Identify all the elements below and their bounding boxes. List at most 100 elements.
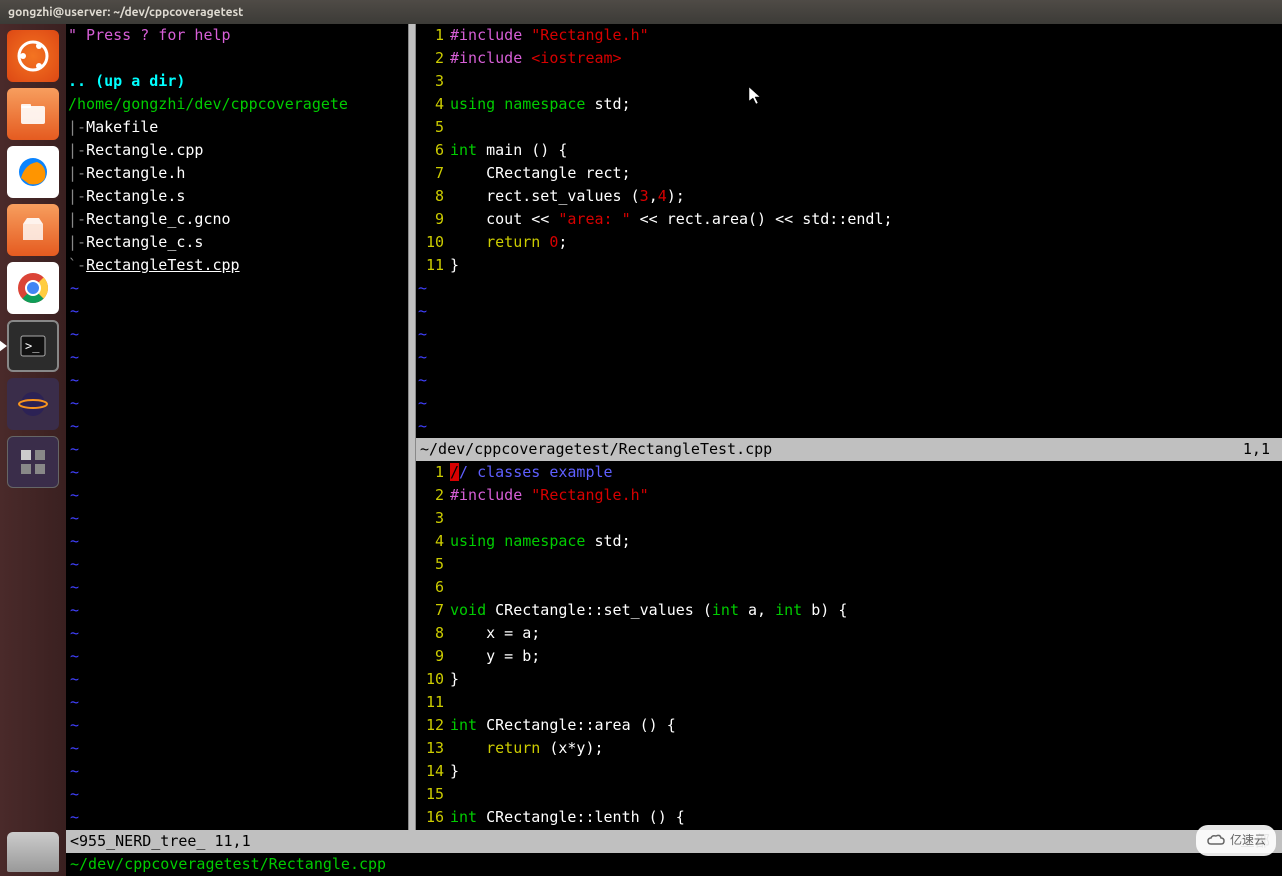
nerdtree-help: " Press ? for help [68,24,408,47]
empty-line-tilde: ~ [68,530,408,553]
line-number: 9 [416,645,450,668]
nerdtree-updir[interactable]: .. (up a dir) [68,70,408,93]
software-center-icon[interactable] [7,204,59,256]
empty-line-tilde: ~ [68,392,408,415]
pane-statusline-top: ~/dev/cppcoveragetest/RectangleTest.cpp … [416,438,1282,461]
eclipse-icon[interactable] [7,378,59,430]
code-line[interactable]: 14} [416,760,1282,783]
code-line[interactable]: 12int CRectangle::area () { [416,714,1282,737]
code-line[interactable]: 10} [416,668,1282,691]
line-number: 4 [416,93,450,116]
code-line[interactable]: 5 [416,553,1282,576]
code-line[interactable]: 2#include <iostream> [416,47,1282,70]
line-number: 11 [416,254,450,277]
empty-line-tilde: ~ [68,461,408,484]
statusline-left: <955_NERD_tree_ 11,1 [70,830,251,853]
empty-line-tilde: ~ [68,415,408,438]
line-number: 5 [416,116,450,139]
line-number: 10 [416,668,450,691]
vim-commandline[interactable]: ~/dev/cppcoveragetest/Rectangle.cpp [66,853,1282,876]
empty-line-tilde: ~ [68,507,408,530]
nerdtree-file[interactable]: |-Makefile [68,116,408,139]
line-number: 7 [416,599,450,622]
code-line[interactable]: 7 CRectangle rect; [416,162,1282,185]
empty-line-tilde: ~ [416,369,1282,392]
line-number: 9 [416,208,450,231]
code-line[interactable]: 6 [416,576,1282,599]
code-line[interactable]: 17 return (x+y)*2; [416,829,1282,830]
empty-line-tilde: ~ [68,806,408,829]
empty-line-tilde: ~ [68,714,408,737]
nerdtree-file[interactable]: |-Rectangle.h [68,162,408,185]
code-line[interactable]: 5 [416,116,1282,139]
empty-line-tilde: ~ [68,829,408,830]
code-line[interactable]: 8 rect.set_values (3,4); [416,185,1282,208]
empty-line-tilde: ~ [416,277,1282,300]
code-line[interactable]: 15 [416,783,1282,806]
editor-pane-bottom[interactable]: 1// classes example2#include "Rectangle.… [416,461,1282,830]
line-number: 13 [416,737,450,760]
line-number: 14 [416,760,450,783]
terminal-icon[interactable]: >_ [7,320,59,372]
nerdtree-file[interactable]: `-RectangleTest.cpp [68,254,408,277]
code-line[interactable]: 9 y = b; [416,645,1282,668]
empty-line-tilde: ~ [68,668,408,691]
empty-line-tilde: ~ [416,300,1282,323]
workspace-switcher-icon[interactable] [7,436,59,488]
line-number: 3 [416,507,450,530]
code-line[interactable]: 11} [416,254,1282,277]
vim-editor: " Press ? for help .. (up a dir)/home/go… [66,24,1282,876]
empty-line-tilde: ~ [68,622,408,645]
line-number: 1 [416,461,450,484]
code-line[interactable]: 8 x = a; [416,622,1282,645]
firefox-icon[interactable] [7,146,59,198]
code-line[interactable]: 1// classes example [416,461,1282,484]
nerdtree-file[interactable]: |-Rectangle_c.gcno [68,208,408,231]
code-line[interactable]: 7void CRectangle::set_values (int a, int… [416,599,1282,622]
line-number: 10 [416,231,450,254]
code-line[interactable]: 4using namespace std; [416,93,1282,116]
line-number: 1 [416,24,450,47]
code-line[interactable]: 13 return (x*y); [416,737,1282,760]
nerdtree-file[interactable]: |-Rectangle_c.s [68,231,408,254]
dash-icon[interactable] [7,30,59,82]
empty-line-tilde: ~ [68,346,408,369]
code-line[interactable]: 10 return 0; [416,231,1282,254]
code-line[interactable]: 1#include "Rectangle.h" [416,24,1282,47]
nerdtree-root-path[interactable]: /home/gongzhi/dev/cppcoveragete [68,93,408,116]
code-line[interactable]: 2#include "Rectangle.h" [416,484,1282,507]
pane-top-cursor: 1,1 [1243,438,1278,461]
nerdtree-pane[interactable]: " Press ? for help .. (up a dir)/home/go… [66,24,408,830]
empty-line-tilde: ~ [68,323,408,346]
empty-line-tilde: ~ [416,415,1282,438]
files-icon[interactable] [7,88,59,140]
empty-line-tilde: ~ [68,645,408,668]
empty-line-tilde: ~ [68,553,408,576]
editor-pane-top[interactable]: 1#include "Rectangle.h"2#include <iostre… [416,24,1282,438]
empty-line-tilde: ~ [68,300,408,323]
unity-launcher: >_ [0,24,66,876]
nerdtree-file[interactable]: |-Rectangle.s [68,185,408,208]
empty-line-tilde: ~ [68,760,408,783]
line-number: 16 [416,806,450,829]
line-number: 17 [416,829,450,830]
code-line[interactable]: 6int main () { [416,139,1282,162]
code-line[interactable]: 9 cout << "area: " << rect.area() << std… [416,208,1282,231]
empty-line-tilde: ~ [416,346,1282,369]
empty-line-tilde: ~ [68,737,408,760]
line-number: 5 [416,553,450,576]
window-titlebar: gongzhi@userver: ~/dev/cppcoveragetest [0,0,1282,24]
code-line[interactable]: 4using namespace std; [416,530,1282,553]
code-line[interactable]: 3 [416,507,1282,530]
trash-icon[interactable] [7,832,59,872]
code-line[interactable]: 3 [416,70,1282,93]
line-number: 6 [416,576,450,599]
chrome-icon[interactable] [7,262,59,314]
empty-line-tilde: ~ [68,438,408,461]
nerdtree-file[interactable]: |-Rectangle.cpp [68,139,408,162]
code-line[interactable]: 16int CRectangle::lenth () { [416,806,1282,829]
line-number: 2 [416,484,450,507]
line-number: 11 [416,691,450,714]
vertical-split[interactable] [408,24,416,830]
code-line[interactable]: 11 [416,691,1282,714]
